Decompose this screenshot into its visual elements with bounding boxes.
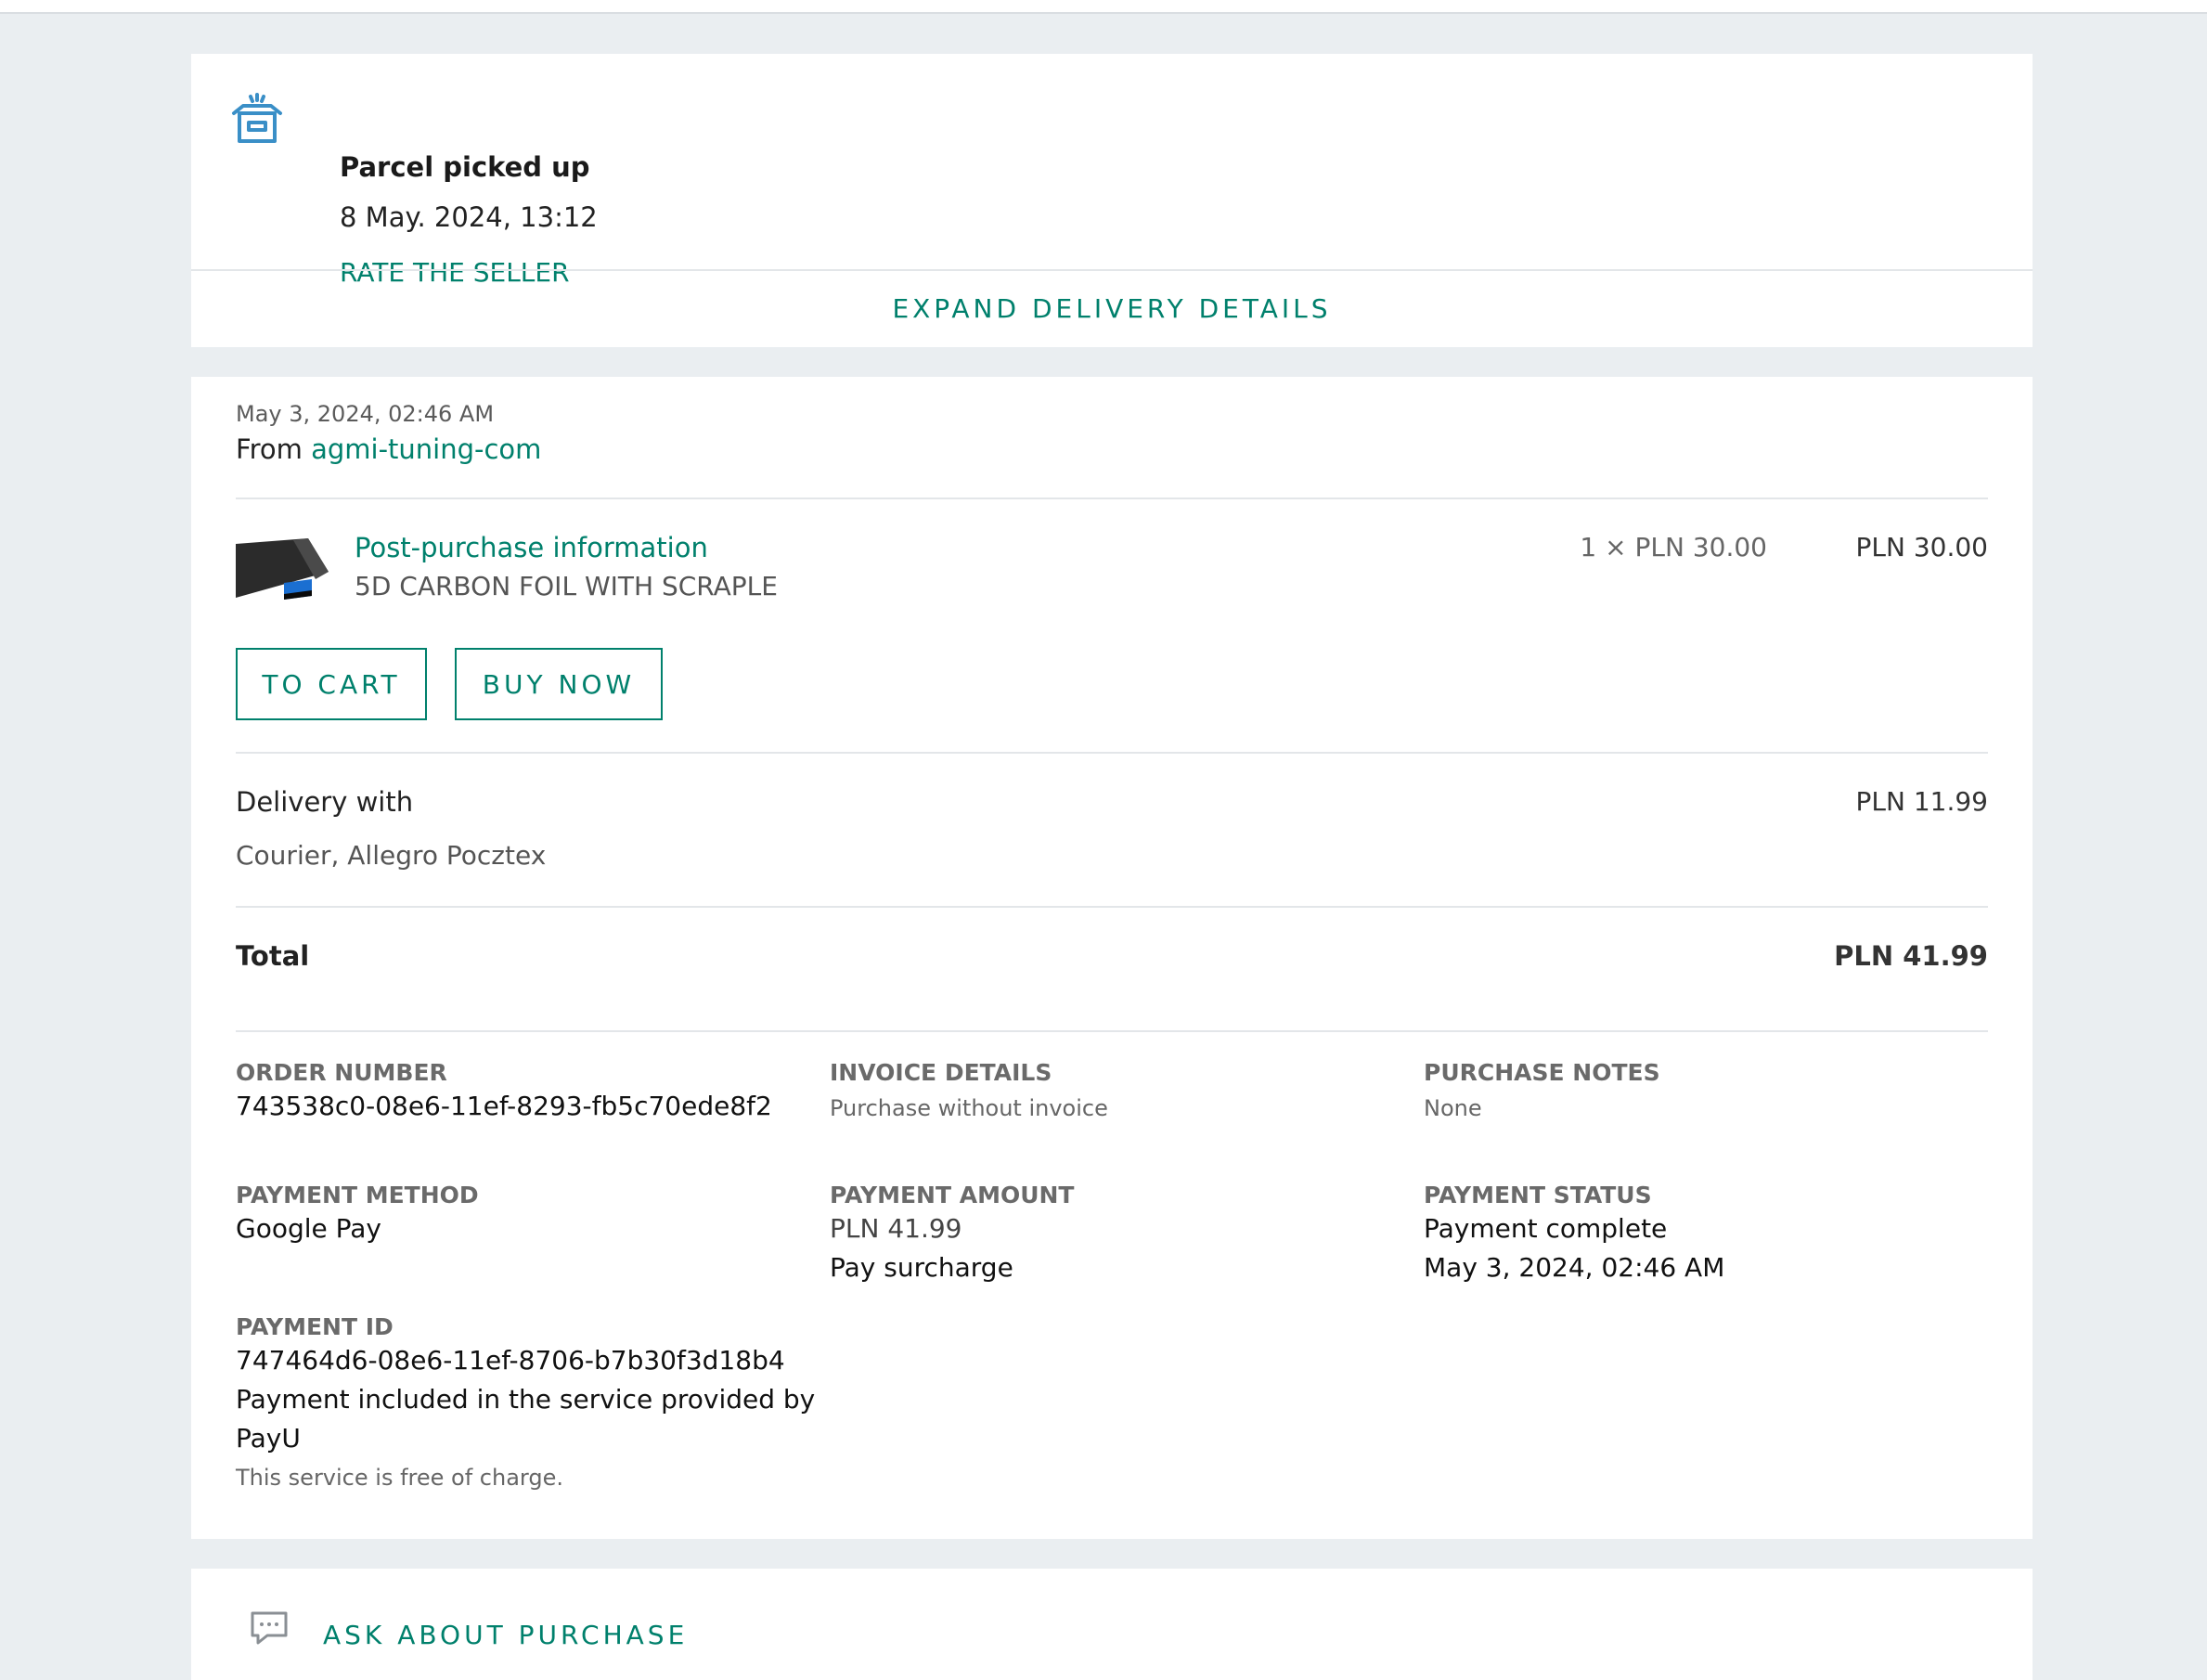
purchase-notes-label: PURCHASE NOTES (1424, 1059, 1660, 1086)
top-bar (0, 0, 2207, 14)
pay-surcharge-link[interactable]: Pay surcharge (830, 1251, 1013, 1285)
status-date: 8 May. 2024, 13:12 (340, 201, 598, 233)
product-thumbnail[interactable] (236, 535, 329, 609)
delivery-status-card: Parcel picked up 8 May. 2024, 13:12 RATE… (191, 54, 2033, 347)
delivery-price: PLN 11.99 (1855, 786, 1989, 817)
product-price: PLN 30.00 (1855, 532, 1989, 562)
buy-now-button[interactable]: BUY NOW (455, 648, 663, 720)
free-of-charge-note: This service is free of charge. (236, 1465, 563, 1491)
product-info-link[interactable]: Post-purchase information (355, 531, 708, 564)
invoice-details: Purchase without invoice (830, 1095, 1108, 1121)
divider (236, 1030, 1988, 1032)
seller-link[interactable]: agmi-tuning-com (311, 433, 541, 465)
payu-note-line2: PayU (236, 1423, 301, 1454)
payment-id-label: PAYMENT ID (236, 1313, 394, 1340)
payment-status-label: PAYMENT STATUS (1424, 1182, 1652, 1208)
total-value: PLN 41.99 (1834, 940, 1988, 972)
total-label: Total (236, 940, 310, 972)
ask-about-purchase-card: ASK ABOUT PURCHASE (191, 1569, 2033, 1680)
order-details-card: May 3, 2024, 02:46 AM From agmi-tuning-c… (191, 377, 2033, 1539)
to-cart-button[interactable]: TO CART (236, 648, 427, 720)
parcel-box-icon (232, 93, 282, 143)
expand-delivery-details-link[interactable]: EXPAND DELIVERY DETAILS (191, 271, 2033, 347)
payu-note-line1: Payment included in the service provided… (236, 1384, 816, 1415)
payment-amount: PLN 41.99 (830, 1213, 962, 1244)
expand-delivery-details-label: EXPAND DELIVERY DETAILS (892, 293, 1332, 324)
purchase-notes: None (1424, 1095, 1482, 1121)
order-from: From agmi-tuning-com (236, 433, 541, 466)
divider (236, 906, 1988, 908)
payment-amount-label: PAYMENT AMOUNT (830, 1182, 1075, 1208)
delivery-label: Delivery with (236, 786, 414, 818)
payment-id: 747464d6-08e6-11ef-8706-b7b30f3d18b4 (236, 1345, 785, 1376)
payment-method: Google Pay (236, 1213, 381, 1244)
invoice-details-label: INVOICE DETAILS (830, 1059, 1052, 1086)
ask-about-purchase-link[interactable]: ASK ABOUT PURCHASE (323, 1619, 688, 1652)
order-number: 743538c0-08e6-11ef-8293-fb5c70ede8f2 (236, 1091, 772, 1121)
divider (236, 752, 1988, 754)
from-label: From (236, 433, 303, 465)
chat-bubble-icon (251, 1611, 288, 1645)
payment-status: Payment complete (1424, 1213, 1668, 1244)
status-title: Parcel picked up (340, 151, 590, 183)
order-number-label: ORDER NUMBER (236, 1059, 447, 1086)
product-name: 5D CARBON FOIL WITH SCRAPLE (355, 571, 778, 601)
divider (236, 498, 1988, 499)
payment-status-date: May 3, 2024, 02:46 AM (1424, 1252, 1725, 1283)
product-quantity-price: 1 × PLN 30.00 (1580, 532, 1767, 562)
payment-method-label: PAYMENT METHOD (236, 1182, 479, 1208)
delivery-method: Courier, Allegro Pocztex (236, 840, 547, 871)
order-date: May 3, 2024, 02:46 AM (236, 401, 495, 427)
